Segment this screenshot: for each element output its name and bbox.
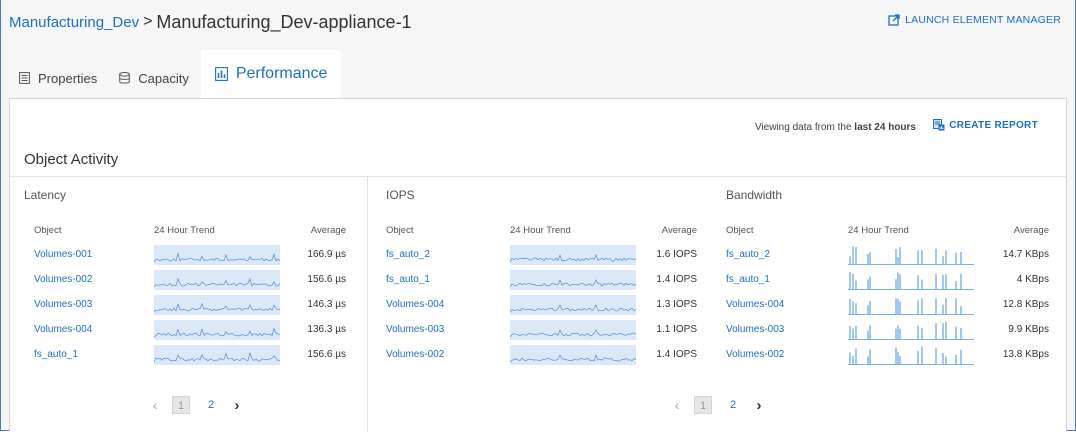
iops-row-sparkline: [510, 270, 636, 290]
bandwidth-row-sparkline: [848, 345, 974, 365]
bandwidth-row-sparkline: [848, 295, 974, 315]
iops-row-object-link[interactable]: Volumes-003: [386, 324, 444, 335]
create-report-label: CREATE REPORT: [949, 119, 1038, 131]
database-icon: [119, 72, 131, 84]
tab-capacity[interactable]: Capacity: [109, 58, 201, 98]
iops-row-sparkline: [510, 295, 636, 315]
viewing-range-text: Viewing data from the last 24 hours: [755, 122, 916, 133]
iops-row-average: 1.1 IOPS: [656, 324, 697, 335]
section-divider: [10, 176, 1066, 177]
bandwidth-row-sparkline: [848, 320, 974, 340]
latency-row-average: 146.3 µs: [307, 299, 346, 310]
latency-pagination: ‹ 1 2 ›: [144, 396, 248, 414]
latency-row-sparkline: [154, 245, 280, 265]
page-2-button[interactable]: 2: [724, 396, 742, 414]
bandwidth-row-object-link[interactable]: Volumes-004: [726, 299, 784, 310]
latency-row-object-link[interactable]: Volumes-002: [34, 274, 92, 285]
breadcrumb-separator: >: [143, 13, 153, 30]
iops-row-object-link[interactable]: Volumes-004: [386, 299, 444, 310]
prev-page-button[interactable]: ‹: [144, 397, 166, 413]
iops-col-object: Object: [386, 225, 414, 236]
tab-properties-label: Properties: [38, 70, 98, 86]
tab-bar: Properties Capacity Performance: [9, 50, 342, 98]
breadcrumb-parent-link[interactable]: Manufacturing_Dev: [9, 14, 139, 31]
launch-label: LAUNCH ELEMENT MANAGER: [905, 14, 1061, 26]
iops-row-average: 1.3 IOPS: [656, 299, 697, 310]
latency-title: Latency: [24, 188, 67, 202]
iops-row-sparkline: [510, 320, 636, 340]
bar-chart-icon: [214, 67, 228, 81]
bandwidth-row-object-link[interactable]: Volumes-002: [726, 349, 784, 360]
bandwidth-row-average: 13.8 KBps: [1002, 349, 1049, 360]
latency-col-average: Average: [310, 225, 346, 236]
bandwidth-title: Bandwidth: [726, 188, 783, 202]
bandwidth-row-object-link[interactable]: fs_auto_1: [726, 274, 770, 285]
bandwidth-row-sparkline: [848, 245, 974, 265]
iops-col-trend: 24 Hour Trend: [510, 225, 571, 236]
external-link-icon: [888, 14, 900, 26]
bandwidth-row-average: 9.9 KBps: [1008, 324, 1049, 335]
breadcrumb: Manufacturing_Dev > Manufacturing_Dev-ap…: [9, 6, 412, 38]
latency-row-sparkline: [154, 345, 280, 365]
iops-row-average: 1.6 IOPS: [656, 249, 697, 260]
next-page-button[interactable]: ›: [748, 397, 770, 414]
bandwidth-row-object-link[interactable]: Volumes-003: [726, 324, 784, 335]
latency-row-average: 156.6 µs: [307, 274, 346, 285]
next-page-button[interactable]: ›: [226, 397, 248, 414]
performance-panel: Viewing data from the last 24 hours CREA…: [9, 98, 1067, 432]
page-1-button[interactable]: 1: [172, 396, 190, 414]
bandwidth-row-average: 12.8 KBps: [1002, 299, 1049, 310]
latency-row-average: 136.3 µs: [307, 324, 346, 335]
page-title: Manufacturing_Dev-appliance-1: [156, 11, 412, 32]
iops-col-average: Average: [661, 225, 697, 236]
iops-row-object-link[interactable]: fs_auto_2: [386, 249, 430, 260]
list-icon: [19, 72, 30, 84]
bandwidth-col-trend: 24 Hour Trend: [848, 225, 909, 236]
iops-row-object-link[interactable]: fs_auto_1: [386, 274, 430, 285]
latency-row-sparkline: [154, 270, 280, 290]
latency-row-sparkline: [154, 320, 280, 340]
column-divider: [367, 177, 368, 432]
section-title: Object Activity: [24, 151, 119, 168]
iops-row-sparkline: [510, 245, 636, 265]
bandwidth-row-average: 14.7 KBps: [1002, 249, 1049, 260]
page-2-button[interactable]: 2: [202, 396, 220, 414]
launch-element-manager-button[interactable]: LAUNCH ELEMENT MANAGER: [888, 14, 1061, 26]
latency-row-object-link[interactable]: Volumes-004: [34, 324, 92, 335]
latency-row-average: 156.6 µs: [307, 349, 346, 360]
bandwidth-col-object: Object: [726, 225, 754, 236]
iops-title: IOPS: [386, 188, 415, 202]
tab-capacity-label: Capacity: [138, 70, 189, 86]
bandwidth-pagination: ‹ 1 2 ›: [666, 396, 770, 414]
latency-col-trend: 24 Hour Trend: [154, 225, 215, 236]
latency-col-object: Object: [34, 225, 62, 236]
prev-page-button[interactable]: ‹: [666, 397, 688, 413]
window-frame: Manufacturing_Dev > Manufacturing_Dev-ap…: [0, 0, 1076, 432]
create-report-button[interactable]: CREATE REPORT: [933, 119, 1038, 131]
latency-row-sparkline: [154, 295, 280, 315]
bandwidth-col-average: Average: [1013, 225, 1049, 236]
viewing-prefix: Viewing data from the: [754, 122, 852, 133]
iops-row-average: 1.4 IOPS: [656, 274, 697, 285]
viewing-range: last 24 hours: [854, 122, 916, 133]
tab-performance[interactable]: Performance: [200, 50, 342, 98]
bandwidth-row-sparkline: [848, 270, 974, 290]
page-1-button[interactable]: 1: [694, 396, 712, 414]
report-icon: [933, 119, 945, 131]
tab-performance-label: Performance: [235, 65, 328, 82]
bandwidth-row-object-link[interactable]: fs_auto_2: [726, 249, 770, 260]
latency-row-object-link[interactable]: Volumes-003: [34, 299, 92, 310]
iops-row-object-link[interactable]: Volumes-002: [386, 349, 444, 360]
iops-row-average: 1.4 IOPS: [656, 349, 697, 360]
latency-row-object-link[interactable]: Volumes-001: [34, 249, 92, 260]
latency-row-average: 166.9 µs: [307, 249, 346, 260]
iops-row-sparkline: [510, 345, 636, 365]
latency-row-object-link[interactable]: fs_auto_1: [34, 349, 78, 360]
bandwidth-row-average: 4 KBps: [1016, 274, 1049, 285]
tab-properties[interactable]: Properties: [9, 58, 109, 98]
